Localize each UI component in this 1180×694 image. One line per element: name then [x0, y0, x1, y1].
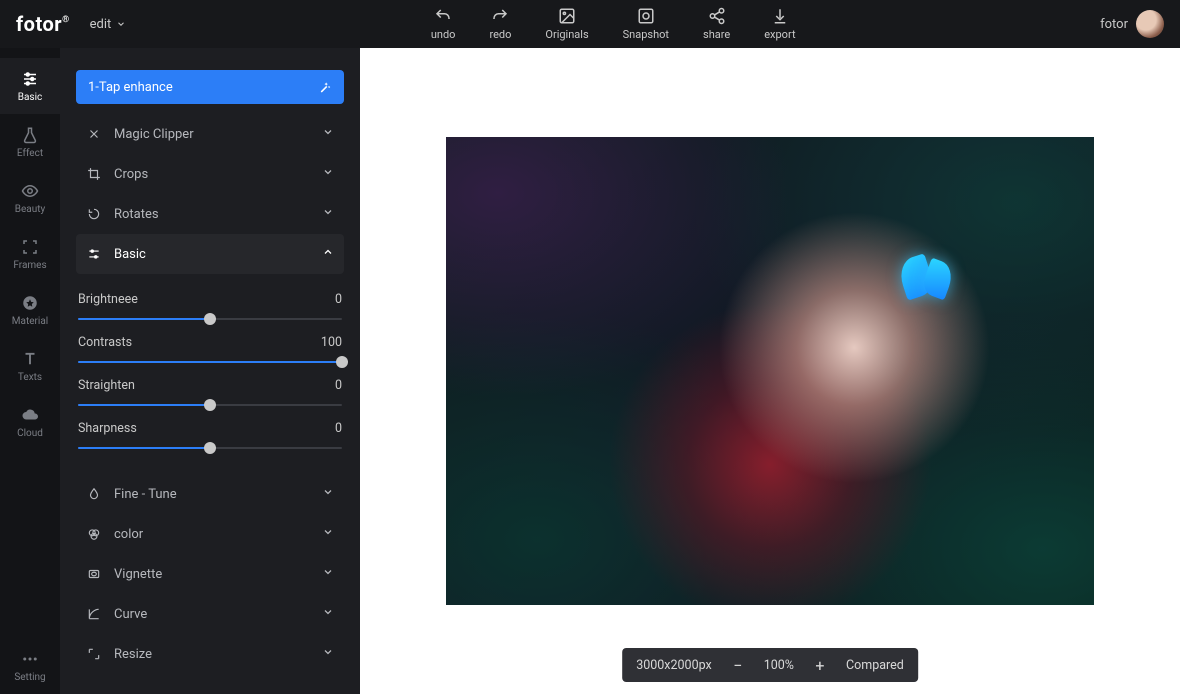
nav-material[interactable]: Material — [0, 282, 60, 338]
mode-label: edit — [90, 17, 112, 32]
side-nav: Basic Effect Beauty Frames Material Text… — [0, 48, 60, 694]
user-menu[interactable]: fotor — [1100, 10, 1164, 38]
droplet-icon — [86, 486, 102, 502]
rotate-icon — [86, 206, 102, 222]
slider-thumb[interactable] — [336, 356, 348, 368]
curve-icon — [86, 606, 102, 622]
dots-icon — [21, 650, 39, 668]
tool-crops[interactable]: Crops — [76, 154, 344, 194]
chevron-down-icon — [322, 486, 334, 502]
tool-rotates[interactable]: Rotates — [76, 194, 344, 234]
chevron-down-icon — [322, 206, 334, 222]
flask-icon — [21, 126, 39, 144]
undo-icon — [434, 7, 452, 25]
sliders-icon — [21, 70, 39, 88]
image-icon — [558, 7, 576, 25]
color-icon — [86, 526, 102, 542]
compare-button[interactable]: Compared — [846, 658, 904, 673]
slider-value: 0 — [335, 378, 342, 393]
frame-icon — [21, 238, 39, 256]
chevron-down-icon — [322, 646, 334, 662]
nav-setting[interactable]: Setting — [0, 638, 60, 694]
cloud-icon — [21, 406, 39, 424]
chevron-up-icon — [322, 246, 334, 262]
canvas-image[interactable] — [446, 137, 1094, 605]
redo-icon — [491, 7, 509, 25]
chevron-down-icon — [322, 126, 334, 142]
top-actions: undo redo Originals Snapshot share expor… — [126, 7, 1100, 41]
canvas-area[interactable]: 3000x2000px − 100% + Compared — [360, 48, 1180, 694]
resize-icon — [86, 646, 102, 662]
originals-button[interactable]: Originals — [545, 7, 588, 41]
one-tap-enhance-button[interactable]: 1-Tap enhance — [76, 70, 344, 104]
share-button[interactable]: share — [703, 7, 730, 41]
text-icon — [21, 350, 39, 368]
mode-dropdown[interactable]: edit — [90, 17, 127, 32]
tool-fine-tune[interactable]: Fine - Tune — [76, 474, 344, 514]
undo-button[interactable]: undo — [431, 7, 456, 41]
nav-texts[interactable]: Texts — [0, 338, 60, 394]
crop-icon — [86, 166, 102, 182]
tool-magic-clipper[interactable]: Magic Clipper — [76, 114, 344, 154]
chevron-down-icon — [322, 566, 334, 582]
slider-contrasts: Contrasts100 — [78, 335, 342, 368]
nav-effect[interactable]: Effect — [0, 114, 60, 170]
tool-basic[interactable]: Basic — [76, 234, 344, 274]
snapshot-button[interactable]: Snapshot — [623, 7, 669, 41]
chevron-down-icon — [116, 19, 126, 29]
share-icon — [708, 7, 726, 25]
redo-button[interactable]: redo — [489, 7, 511, 41]
nav-cloud[interactable]: Cloud — [0, 394, 60, 450]
slider-track[interactable] — [78, 356, 342, 368]
nav-basic[interactable]: Basic — [0, 58, 60, 114]
chevron-down-icon — [322, 526, 334, 542]
slider-track[interactable] — [78, 399, 342, 411]
canvas-status-bar: 3000x2000px − 100% + Compared — [622, 648, 918, 682]
slider-straighten: Straighten0 — [78, 378, 342, 411]
slider-sharpness: Sharpness0 — [78, 421, 342, 454]
logo: fotor® — [16, 12, 70, 36]
slider-thumb[interactable] — [204, 442, 216, 454]
tools-panel: 1-Tap enhance Magic Clipper Crops Rotate… — [60, 48, 360, 694]
header-bar: fotor® edit undo redo Originals Snapshot — [0, 0, 1180, 48]
avatar — [1136, 10, 1164, 38]
chevron-down-icon — [322, 606, 334, 622]
scissors-icon — [86, 126, 102, 142]
eye-icon — [21, 182, 39, 200]
slider-thumb[interactable] — [204, 399, 216, 411]
chevron-down-icon — [322, 166, 334, 182]
nav-beauty[interactable]: Beauty — [0, 170, 60, 226]
user-name: fotor — [1100, 17, 1128, 32]
tool-vignette[interactable]: Vignette — [76, 554, 344, 594]
slider-value: 0 — [335, 421, 342, 436]
star-circle-icon — [21, 294, 39, 312]
image-dimensions: 3000x2000px — [636, 658, 712, 673]
tool-curve[interactable]: Curve — [76, 594, 344, 634]
tool-color[interactable]: color — [76, 514, 344, 554]
slider-thumb[interactable] — [204, 313, 216, 325]
vignette-icon — [86, 566, 102, 582]
zoom-in-button[interactable]: + — [810, 655, 830, 675]
basic-sliders: Brightneee0 Contrasts100 Straighten0 — [76, 274, 344, 474]
magic-wand-icon — [318, 80, 332, 94]
zoom-out-button[interactable]: − — [728, 655, 748, 675]
slider-value: 100 — [321, 335, 342, 350]
slider-track[interactable] — [78, 313, 342, 325]
export-button[interactable]: export — [764, 7, 795, 41]
camera-icon — [637, 7, 655, 25]
slider-brightness: Brightneee0 — [78, 292, 342, 325]
tool-resize[interactable]: Resize — [76, 634, 344, 674]
download-icon — [771, 7, 789, 25]
slider-value: 0 — [335, 292, 342, 307]
slider-track[interactable] — [78, 442, 342, 454]
sliders-icon — [86, 246, 102, 262]
zoom-level: 100% — [764, 658, 794, 673]
butterfly-decoration — [901, 257, 959, 303]
nav-frames[interactable]: Frames — [0, 226, 60, 282]
